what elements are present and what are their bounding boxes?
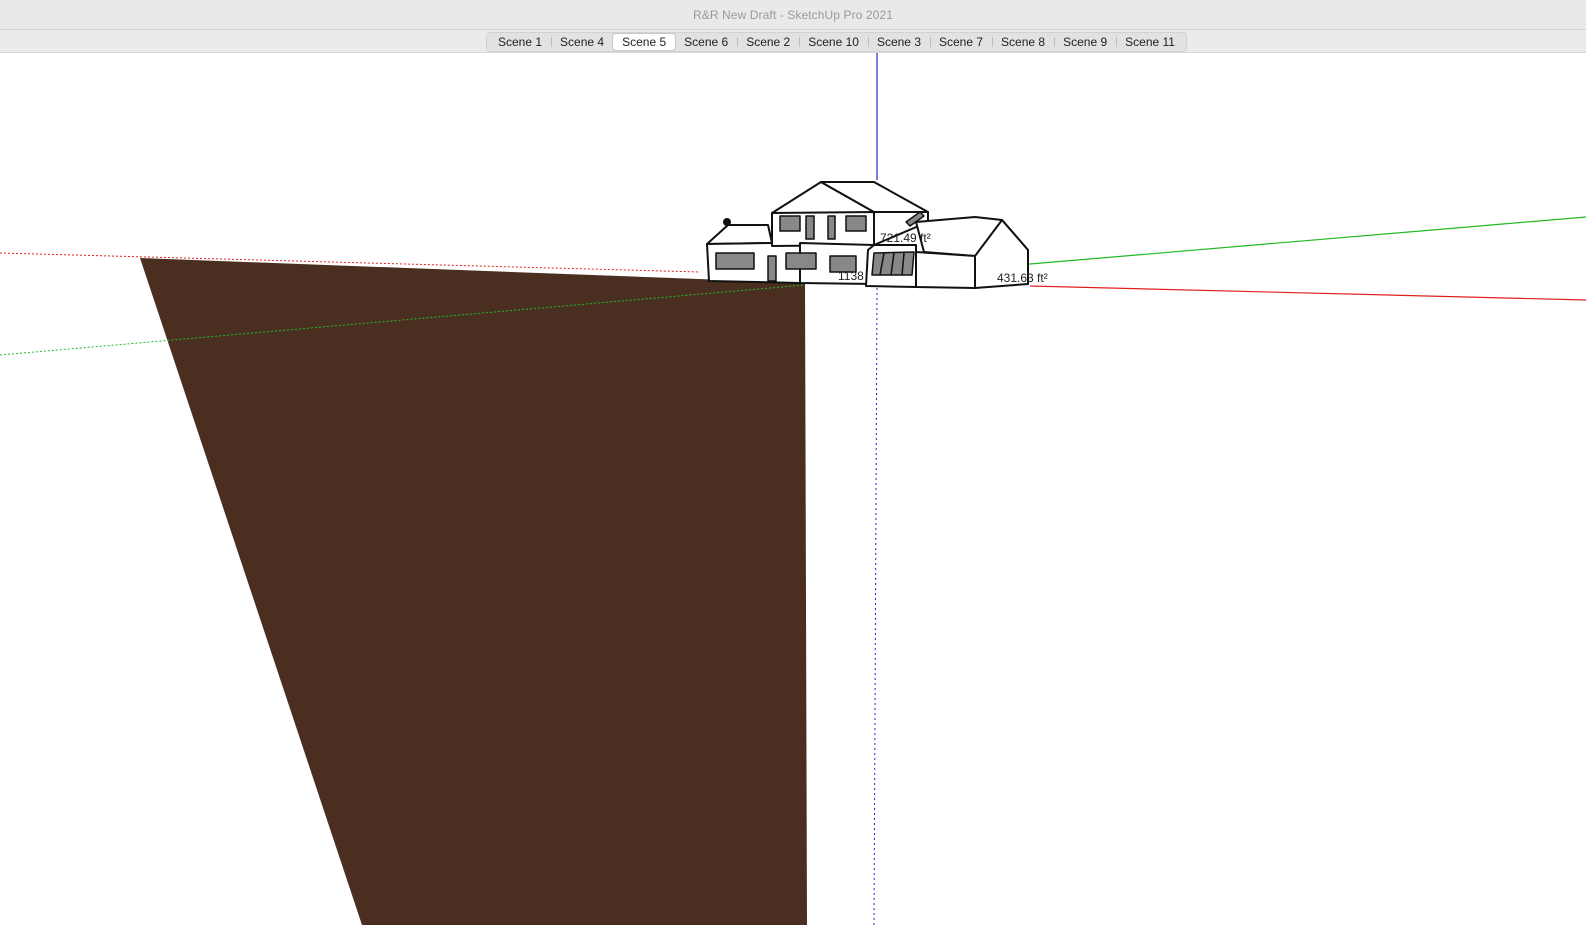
scene-tab-9[interactable]: Scene 8	[992, 34, 1054, 50]
red-axis	[1029, 285, 1586, 301]
chimney	[723, 218, 731, 226]
scene-tab-6[interactable]: Scene 10	[799, 34, 868, 50]
blue-axis-dotted	[873, 287, 878, 925]
window-title: R&R New Draft - SketchUp Pro 2021	[692, 7, 894, 22]
scene-tab-1[interactable]: Scene 1	[489, 34, 551, 50]
scene-tab-4[interactable]: Scene 6	[675, 34, 737, 50]
area-label-middle: 1138	[838, 269, 864, 283]
scene-tab-3[interactable]: Scene 5	[613, 34, 676, 50]
area-label-right: 431.63 ft²	[997, 271, 1048, 285]
green-axis	[1017, 216, 1586, 266]
title-bar: R&R New Draft - SketchUp Pro 2021	[0, 0, 1586, 30]
scene-tabs: Scene 1 Scene 4 Scene 5 Scene 6 Scene 2 Scene…	[486, 32, 1187, 52]
left-wing-roof	[706, 224, 773, 245]
house-model[interactable]	[706, 181, 1029, 289]
ground-plane[interactable]	[140, 258, 807, 925]
model-canvas[interactable]	[0, 53, 1586, 925]
scene-tab-5[interactable]: Scene 2	[737, 34, 799, 50]
drawing-viewport[interactable]: 721.49 ft² 1138 431.63 ft²	[0, 53, 1586, 925]
scene-tab-10[interactable]: Scene 9	[1054, 34, 1116, 50]
scene-tab-11[interactable]: Scene 11	[1116, 34, 1184, 50]
right-wing-wall	[915, 251, 976, 289]
scene-tab-8[interactable]: Scene 7	[930, 34, 992, 50]
scene-tab-7[interactable]: Scene 3	[867, 34, 930, 50]
area-label-upper: 721.49 ft²	[880, 231, 931, 245]
scenes-tab-bar: Scene 1 Scene 4 Scene 5 Scene 6 Scene 2 Scene…	[0, 30, 1586, 53]
scene-tab-2[interactable]: Scene 4	[551, 34, 613, 50]
